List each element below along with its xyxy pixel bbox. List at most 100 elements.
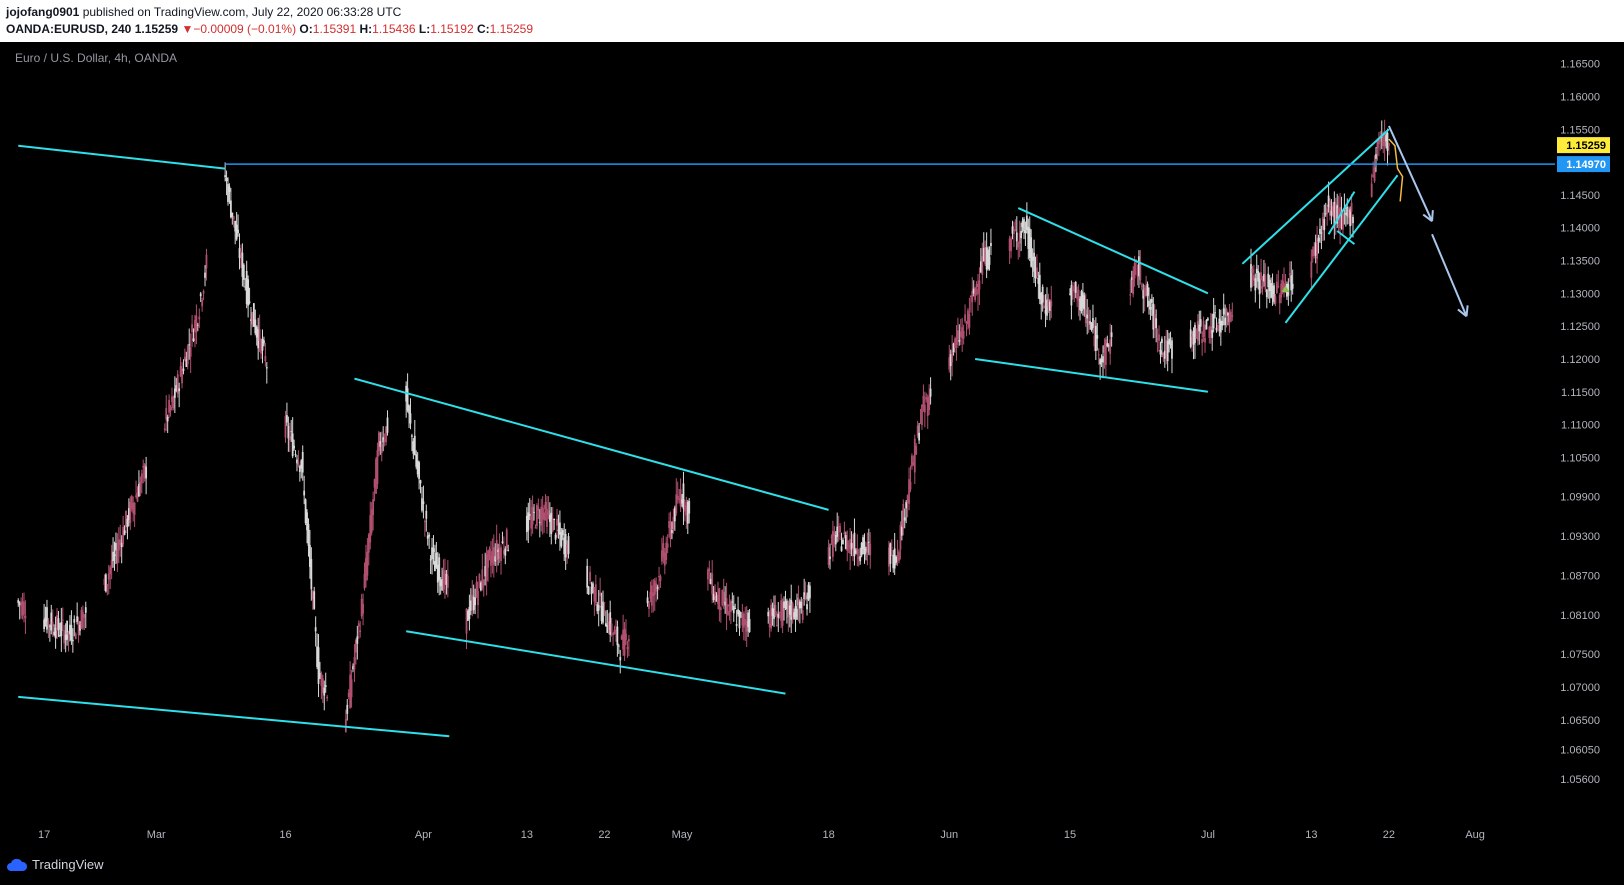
candle-body: [204, 272, 206, 278]
candle-body: [133, 502, 136, 515]
candle-body: [827, 547, 830, 565]
candle-body: [978, 280, 981, 290]
candle-body: [1310, 261, 1313, 278]
candle-body: [469, 600, 472, 611]
candle-body: [1320, 232, 1323, 234]
candle-body: [1013, 230, 1015, 235]
candle-body: [446, 575, 449, 588]
candle-body: [902, 503, 905, 529]
candle-body: [551, 518, 554, 532]
candle-body: [202, 291, 205, 294]
candle-body: [145, 466, 148, 479]
candle-body: [112, 551, 114, 561]
candle-body: [264, 356, 267, 362]
candle-body: [903, 517, 906, 521]
candle-body: [867, 541, 870, 543]
candle-body: [676, 495, 679, 500]
publisher-line: jojofang0901 published on TradingView.co…: [6, 5, 401, 19]
candle-body: [626, 646, 629, 650]
time-tick-label: 17: [38, 829, 50, 841]
candle-body: [83, 614, 86, 618]
time-tick-label: 18: [822, 829, 834, 841]
candle-body: [346, 704, 349, 714]
candle-body: [1206, 318, 1209, 321]
candle-body: [729, 601, 732, 613]
candle-body: [718, 588, 721, 610]
open-value: 1.15391: [312, 22, 357, 36]
candle-body: [1202, 320, 1205, 338]
candle-body: [923, 404, 926, 413]
candle-body: [656, 587, 659, 589]
candle-body: [310, 559, 313, 590]
candle-body: [688, 500, 691, 514]
tradingview-logo[interactable]: TradingView: [6, 857, 104, 872]
price-tick-label: 1.07500: [1560, 649, 1600, 661]
candle-body: [413, 435, 416, 456]
candle-body: [422, 501, 425, 505]
candle-body: [1189, 329, 1192, 347]
price-tick-label: 1.13000: [1560, 288, 1600, 300]
price-chart[interactable]: 1.165001.160001.155001.150001.145001.140…: [0, 42, 1624, 848]
candle-body: [909, 481, 912, 490]
price-tick-label: 1.08700: [1560, 570, 1600, 582]
candle-body: [619, 656, 622, 661]
candle-body: [482, 579, 485, 586]
candle-body: [531, 507, 534, 525]
time-tick-label: Jul: [1201, 829, 1215, 841]
price-tick-label: 1.05600: [1560, 774, 1600, 786]
candle-body: [958, 339, 961, 342]
candle-body: [599, 592, 602, 597]
candle-body: [307, 524, 310, 546]
time-tick-label: Apr: [415, 829, 432, 841]
candle-body: [918, 432, 921, 441]
candle-body: [1211, 329, 1214, 338]
price-axis[interactable]: 1.165001.160001.155001.150001.145001.140…: [1556, 42, 1624, 848]
candle-body: [1159, 350, 1162, 355]
candle-body: [1288, 273, 1291, 275]
candle-body: [113, 554, 116, 556]
candle-body: [1251, 268, 1254, 273]
candle-body: [1033, 252, 1035, 272]
candle-body: [586, 565, 589, 588]
candle-body: [732, 605, 735, 614]
candle-body: [195, 315, 198, 333]
candle-body: [74, 633, 77, 640]
candle-body: [84, 607, 87, 613]
candle-body: [290, 431, 293, 433]
candle-body: [974, 287, 977, 301]
time-tick-label: Jun: [940, 829, 958, 841]
symbol-line: OANDA:EURUSD, 240 1.15259 ▼−0.00009 (−0.…: [6, 22, 533, 36]
candle-body: [1342, 213, 1344, 230]
candle-body: [139, 482, 142, 493]
candle-body: [895, 556, 898, 563]
candle-body: [1148, 300, 1150, 307]
candle-body: [109, 567, 112, 575]
candle-body: [408, 405, 410, 414]
candle-body: [57, 618, 60, 630]
candle-body: [1370, 183, 1373, 197]
candle-body: [589, 571, 591, 582]
candle-body: [24, 615, 27, 619]
candle-body: [313, 591, 316, 609]
candle-body: [1373, 167, 1376, 182]
candle-body: [1212, 313, 1215, 329]
candle-body: [671, 530, 673, 534]
candle-body: [288, 436, 291, 440]
candle-body: [1349, 209, 1352, 227]
price-tick-label: 1.15500: [1560, 124, 1600, 136]
candle-body: [719, 607, 722, 611]
published-text: published on TradingView.com, July 22, 2…: [79, 5, 402, 19]
candle-body: [47, 620, 50, 626]
candle-body: [968, 313, 971, 328]
candle-body: [224, 175, 227, 178]
candle-body: [196, 324, 199, 326]
candle-body: [648, 602, 650, 610]
close-value: 1.15259: [489, 22, 534, 36]
candle-body: [1194, 325, 1196, 343]
candle-body: [1326, 208, 1329, 214]
candle-body: [248, 301, 251, 303]
price-tick-label: 1.09300: [1560, 531, 1600, 543]
author-name[interactable]: jojofang0901: [6, 5, 79, 19]
time-tick-label: 22: [1383, 829, 1395, 841]
candle-body: [324, 685, 327, 688]
